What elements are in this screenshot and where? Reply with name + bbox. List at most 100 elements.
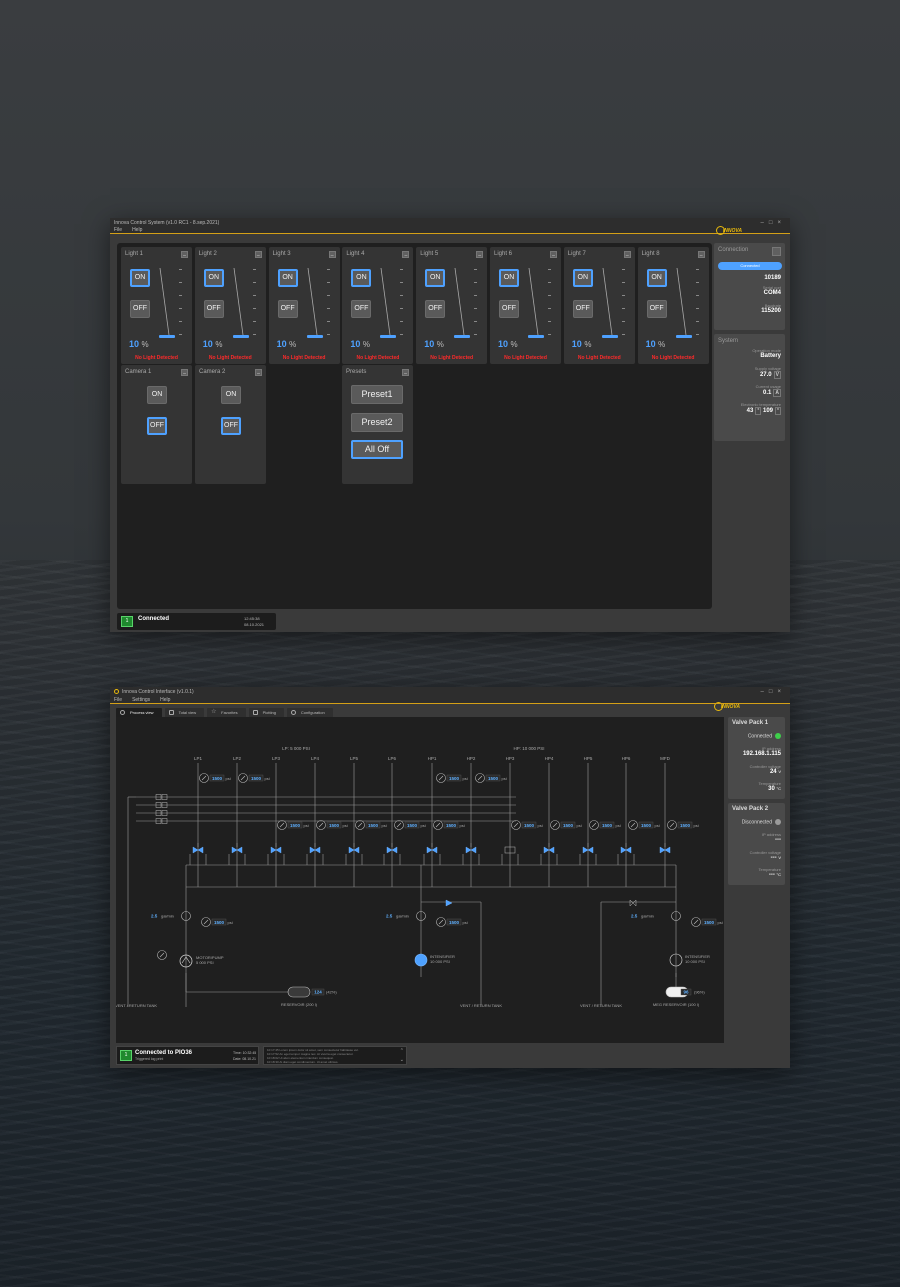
- camera-2-on-button[interactable]: ON: [221, 386, 241, 404]
- preset1-button[interactable]: Preset1: [351, 385, 403, 404]
- collapse-icon[interactable]: _: [181, 369, 188, 376]
- menu-help[interactable]: Help: [160, 697, 170, 703]
- status-text: Connected to PIO36: [135, 1050, 193, 1056]
- tab-process-view[interactable]: Process view: [116, 708, 162, 717]
- light-5-off-button[interactable]: OFF: [425, 300, 446, 318]
- light-8-off-button[interactable]: OFF: [646, 300, 667, 318]
- gear-icon: [290, 710, 296, 715]
- slider-thumb[interactable]: [232, 335, 249, 338]
- camera-label: Camera 1: [125, 369, 152, 375]
- tab-plotting[interactable]: Plotting: [248, 708, 284, 717]
- psi-unit: psi: [421, 823, 426, 828]
- slider-tick: [695, 334, 699, 335]
- psi-unit: psi: [538, 823, 543, 828]
- slider-thumb[interactable]: [454, 335, 471, 338]
- slider-thumb[interactable]: [601, 335, 618, 338]
- light-3-on-button[interactable]: ON: [277, 269, 298, 287]
- light-5-on-button[interactable]: ON: [425, 269, 446, 287]
- slider-thumb[interactable]: [528, 335, 544, 338]
- scroll-down-icon[interactable]: ⌄: [400, 1057, 404, 1063]
- light-1-on-button[interactable]: ON: [130, 269, 150, 287]
- grid-icon: [168, 710, 174, 715]
- collapse-icon[interactable]: _: [623, 251, 631, 258]
- light-card-4: Light 4 _ ON OFF 10 % No Light Detected: [342, 247, 414, 364]
- light-4-off-button[interactable]: OFF: [351, 300, 372, 318]
- psi-value: 1500: [214, 920, 225, 925]
- window-controls[interactable]: –□×: [761, 689, 786, 695]
- collapse-icon[interactable]: _: [181, 251, 188, 258]
- preset2-button[interactable]: Preset2: [351, 413, 403, 432]
- camera-2-off-button[interactable]: OFF: [221, 417, 241, 435]
- tab-configuration[interactable]: Configuration: [286, 708, 333, 717]
- tab-total-view[interactable]: Total view: [164, 708, 205, 717]
- intensity-slider[interactable]: [528, 267, 542, 339]
- log-panel[interactable]: 10:17:45 Lorem ipsum dolor sit amet, sem…: [263, 1046, 407, 1065]
- collapse-icon[interactable]: [772, 247, 781, 256]
- menu-help[interactable]: Help: [132, 227, 142, 233]
- light-label: Light 4: [346, 251, 365, 257]
- light-6-off-button[interactable]: OFF: [499, 300, 519, 318]
- slider-tick: [179, 282, 182, 283]
- intensity-slider[interactable]: [380, 267, 394, 339]
- collapse-icon[interactable]: _: [697, 251, 705, 258]
- channel-label: HP3: [506, 756, 515, 761]
- temperature: Temperature --- °C: [758, 867, 781, 878]
- slider-tick: [695, 295, 699, 296]
- intensity-slider[interactable]: [602, 267, 616, 339]
- light-2-on-button[interactable]: ON: [203, 269, 224, 287]
- menu-settings[interactable]: Settings: [132, 697, 150, 703]
- psi-unit: psi: [228, 920, 233, 925]
- chart-icon: [252, 710, 258, 715]
- camera-1-off-button[interactable]: OFF: [147, 417, 167, 435]
- light-status: No Light Detected: [208, 355, 252, 361]
- tab-favorites[interactable]: ☆ Favorites: [207, 708, 246, 717]
- window-controls[interactable]: –□×: [761, 220, 786, 226]
- intensity-slider[interactable]: [676, 267, 690, 339]
- intensity-value: 10 %: [202, 339, 223, 349]
- menu-file[interactable]: File: [114, 227, 122, 233]
- collapse-icon[interactable]: _: [254, 251, 262, 258]
- light-6-on-button[interactable]: ON: [499, 269, 519, 287]
- flow-unit: gal/min: [396, 914, 409, 919]
- app-icon: [114, 688, 119, 694]
- psi-unit: psi: [655, 823, 660, 828]
- intensity-slider[interactable]: [233, 267, 247, 339]
- collapse-icon[interactable]: _: [476, 251, 484, 258]
- light-card-1: Light 1 _ ON OFF 10 % No Light Detected: [121, 247, 192, 364]
- collapse-icon[interactable]: _: [328, 251, 336, 258]
- slider-thumb[interactable]: [306, 335, 323, 338]
- light-7-on-button[interactable]: ON: [572, 269, 593, 287]
- intensity-slider[interactable]: [159, 267, 173, 339]
- light-status: No Light Detected: [135, 355, 178, 361]
- light-8-on-button[interactable]: ON: [646, 269, 667, 287]
- camera-1-on-button[interactable]: ON: [147, 386, 167, 404]
- slider-thumb[interactable]: [675, 335, 692, 338]
- connected-button[interactable]: Connected: [718, 262, 782, 270]
- gauge-needle: [591, 822, 597, 828]
- collapse-icon[interactable]: _: [402, 369, 409, 376]
- intensity-slider[interactable]: [454, 267, 468, 339]
- channel-label: LP3: [272, 756, 281, 761]
- reservoir-icon: [287, 986, 311, 998]
- psi-value: 1500: [449, 920, 460, 925]
- scroll-up-icon[interactable]: ⌃: [400, 1048, 404, 1054]
- slider-thumb[interactable]: [380, 335, 397, 338]
- psi-unit: psi: [502, 776, 507, 781]
- status-icon: 1: [121, 616, 133, 627]
- light-7-off-button[interactable]: OFF: [572, 300, 593, 318]
- valve-pack-1-panel: Valve Pack 1 Connected IP address 192.168…: [728, 717, 785, 799]
- manual-valve-icon: [629, 899, 637, 907]
- collapse-icon[interactable]: _: [550, 251, 557, 258]
- light-2-off-button[interactable]: OFF: [203, 300, 224, 318]
- light-4-on-button[interactable]: ON: [351, 269, 372, 287]
- light-3-off-button[interactable]: OFF: [277, 300, 298, 318]
- collapse-icon[interactable]: _: [402, 251, 410, 258]
- slider-thumb[interactable]: [159, 335, 175, 338]
- light-1-off-button[interactable]: OFF: [130, 300, 150, 318]
- all-off-button[interactable]: All Off: [351, 440, 403, 459]
- intensity-slider[interactable]: [307, 267, 321, 339]
- gauge-needle: [438, 919, 444, 925]
- menu-file[interactable]: File: [114, 697, 122, 703]
- collapse-icon[interactable]: _: [255, 369, 262, 376]
- slider-tick: [621, 334, 625, 335]
